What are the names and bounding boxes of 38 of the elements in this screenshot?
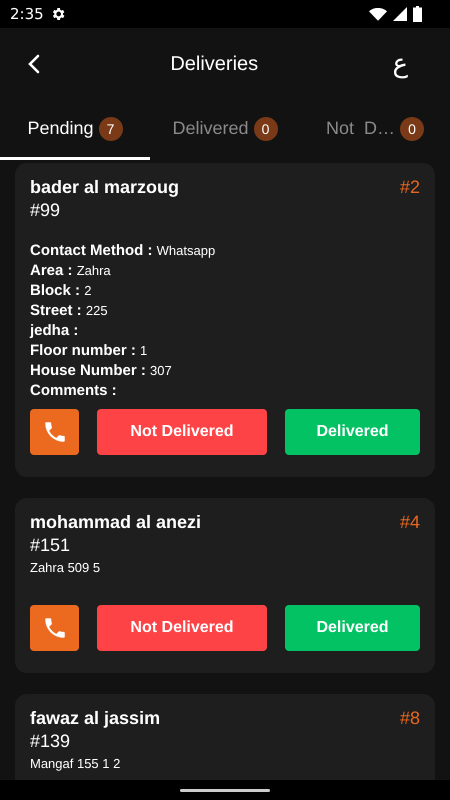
detail-line: Block : 2 <box>30 281 92 301</box>
detail-line: Area : Zahra <box>30 261 112 281</box>
battery-icon <box>413 6 422 22</box>
address-text: Mangaf 155 1 2 <box>30 756 122 771</box>
detail-line: House Number : 307 <box>30 361 173 381</box>
call-button[interactable] <box>30 605 79 651</box>
address-text: Zahra 509 5 <box>30 560 102 575</box>
call-button[interactable] <box>30 409 79 455</box>
tab[interactable]: Not D… 0 <box>300 100 450 160</box>
customer-name: mohammad al anezi <box>30 512 202 533</box>
tab[interactable]: Delivered 0 <box>150 100 300 160</box>
order-position: #2 <box>400 177 420 198</box>
order-number: #151 <box>30 535 72 556</box>
tab-label: Not D… <box>326 118 395 139</box>
count-badge: 7 <box>98 116 123 140</box>
back-icon[interactable] <box>28 54 40 74</box>
customer-name: bader al marzoug <box>30 177 180 198</box>
detail-line: Contact Method : Whatsapp <box>30 241 216 261</box>
signal-icon <box>393 7 407 21</box>
clock-time: 2:35 <box>10 5 44 23</box>
tab[interactable]: Pending 7 <box>0 100 150 160</box>
language-button[interactable]: ع <box>388 49 412 79</box>
detail-line: Comments : <box>30 381 118 401</box>
order-number: #139 <box>30 731 72 752</box>
count-badge: 0 <box>400 116 424 140</box>
wifi-icon <box>369 8 387 20</box>
count-badge: 0 <box>254 116 278 140</box>
order-position: #8 <box>400 708 420 729</box>
page-title: Deliveries <box>170 52 258 76</box>
customer-name: fawaz al jassim <box>30 708 160 729</box>
detail-line: Street : 225 <box>30 301 109 321</box>
home-handle[interactable] <box>180 788 270 792</box>
tab-label: Pending <box>27 118 94 139</box>
order-number: #99 <box>30 200 62 221</box>
detail-line: jedha : <box>30 321 80 341</box>
tab-label: Delivered <box>172 118 249 139</box>
detail-line: Floor number : 1 <box>30 341 148 361</box>
order-position: #4 <box>400 512 420 533</box>
